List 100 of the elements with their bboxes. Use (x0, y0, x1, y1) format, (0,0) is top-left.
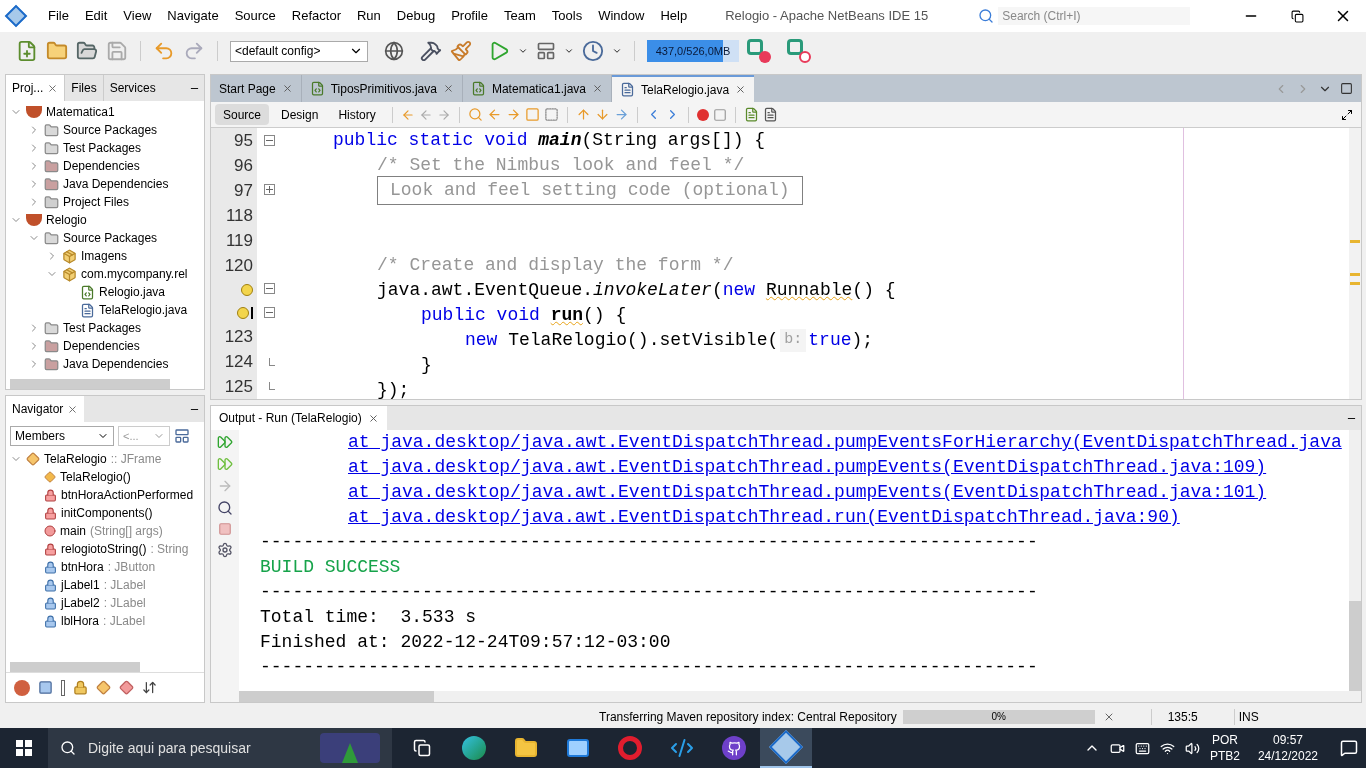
menu-item[interactable]: Run (348, 6, 389, 26)
lock-icon[interactable] (73, 680, 88, 695)
up-icon[interactable] (575, 107, 591, 122)
undo-icon[interactable] (153, 40, 175, 62)
collapse-fold-icon[interactable] (263, 282, 275, 294)
member-name[interactable]: btnHoraActionPerformed (61, 486, 194, 504)
collapse-fold-icon[interactable] (263, 307, 275, 319)
hammer-icon[interactable] (420, 40, 442, 62)
input-language[interactable]: POR (1211, 732, 1238, 748)
close-icon[interactable] (281, 83, 293, 94)
uncomment-icon[interactable] (762, 107, 778, 122)
rerun-icon[interactable] (217, 456, 233, 472)
tree-item[interactable]: Imagens (81, 247, 128, 265)
menu-item[interactable]: Window (590, 6, 653, 26)
wifi-icon[interactable] (1159, 740, 1175, 756)
keyboard-layout[interactable]: PTB2 (1209, 748, 1240, 764)
down-icon[interactable] (594, 107, 610, 122)
tree-item[interactable]: Java Dependencies (63, 175, 169, 193)
netbeans-app-icon[interactable] (760, 728, 812, 768)
tree-item[interactable]: com.mycompany.rel (81, 265, 188, 283)
scrollbar[interactable] (10, 662, 140, 672)
menu-item[interactable]: Refactor (283, 6, 349, 26)
tree-item[interactable]: Dependencies (63, 337, 140, 355)
menu-item[interactable]: Edit (76, 6, 116, 26)
member-name[interactable]: lblHora (61, 612, 99, 630)
stack-trace-link[interactable]: at java.desktop/java.awt.EventDispatchThread.run(EventDispatchThread.java:90) (348, 504, 1180, 531)
gc-icon[interactable] (747, 39, 771, 63)
member-name[interactable]: jLabel1 (61, 576, 100, 594)
tree-item[interactable]: Java Dependencies (63, 355, 169, 373)
member-name[interactable]: relogiotoString() (61, 540, 147, 558)
scrollbar[interactable] (239, 691, 434, 702)
member-name[interactable]: initComponents() (61, 504, 153, 522)
tree-item[interactable]: Matematica1 (46, 103, 115, 121)
panel-tab[interactable]: Output - Run (TelaRelogio) (211, 406, 387, 430)
menu-item[interactable]: File (40, 6, 77, 26)
scrollbar[interactable] (1349, 601, 1361, 691)
taskbar-search-field[interactable]: Digite aqui para pesquisar (48, 728, 392, 768)
members-dropdown[interactable]: Members (10, 426, 114, 446)
scrollbar[interactable] (10, 379, 170, 389)
stop-icon[interactable] (712, 107, 727, 122)
back-icon[interactable] (418, 107, 433, 122)
speaker-icon[interactable] (1184, 740, 1200, 756)
find-next-icon[interactable] (505, 107, 521, 122)
class-icon[interactable] (119, 680, 134, 695)
tree-item[interactable]: Test Packages (63, 139, 142, 157)
close-icon[interactable] (367, 412, 379, 424)
caret-icon[interactable] (564, 46, 574, 56)
view-tab[interactable]: Source (215, 104, 270, 125)
find-previous-icon[interactable] (486, 107, 502, 122)
menu-item[interactable]: Tools (543, 6, 591, 26)
record-icon[interactable] (696, 108, 709, 121)
selection-icon[interactable] (543, 107, 559, 122)
forward-icon[interactable] (436, 107, 451, 122)
search-icon[interactable] (217, 500, 233, 516)
close-icon[interactable] (442, 83, 454, 94)
new-project-icon[interactable] (46, 40, 68, 62)
keyboard-icon[interactable] (1134, 740, 1150, 756)
menu-item[interactable]: Help (652, 6, 696, 26)
tree-item[interactable]: Relogio.java (99, 283, 166, 301)
menu-item[interactable]: Profile (443, 6, 496, 26)
member-name[interactable]: TelaRelogio (44, 450, 107, 468)
profile-icon[interactable] (582, 40, 604, 62)
clock-date[interactable]: 24/12/2022 (1257, 748, 1318, 764)
tree-item[interactable]: Dependencies (63, 157, 140, 175)
bar-icon[interactable] (61, 679, 65, 696)
open-project-icon[interactable] (76, 40, 98, 62)
tree-item[interactable]: Project Files (63, 193, 130, 211)
close-icon[interactable] (735, 84, 747, 95)
comment-icon[interactable] (743, 107, 759, 122)
diamond-icon[interactable] (96, 680, 111, 695)
stack-trace-link[interactable]: at java.desktop/java.awt.EventDispatchThread.pumpEventsForHierarchy(EventDispatchThread.java (348, 430, 1342, 456)
panel-tab[interactable]: Proj... (6, 75, 65, 101)
close-icon[interactable] (592, 83, 603, 94)
bulb-warning-icon[interactable] (237, 306, 253, 319)
settings-icon[interactable] (217, 542, 233, 558)
globe-icon[interactable] (384, 41, 404, 61)
tree-item[interactable]: Relogio (46, 211, 87, 229)
caret-icon[interactable] (612, 46, 622, 56)
menu-item[interactable]: Team (496, 6, 544, 26)
member-name[interactable]: btnHora (61, 558, 104, 576)
stack-trace-link[interactable]: at java.desktop/java.awt.EventDispatchThread.pumpEvents(EventDispatchThread.java:109) (348, 454, 1267, 481)
view-tab[interactable]: History (330, 104, 384, 125)
rerun-icon[interactable] (217, 434, 233, 450)
sort-icon[interactable] (142, 680, 157, 695)
expand-fold-icon[interactable] (263, 184, 275, 196)
tree-item[interactable]: Test Packages (63, 319, 142, 337)
panel-icon[interactable] (174, 428, 190, 444)
config-dropdown[interactable]: <default config> (230, 40, 368, 62)
search-field[interactable]: Search (Ctrl+I) (998, 7, 1191, 25)
stop-icon[interactable] (218, 522, 232, 536)
tree-item[interactable]: TelaRelogio.java (99, 301, 188, 319)
panel-tab[interactable]: Navigator (6, 396, 85, 422)
tree-item[interactable]: Source Packages (63, 229, 158, 247)
menu-item[interactable]: Source (226, 6, 284, 26)
member-name[interactable]: main (60, 522, 86, 540)
new-file-icon[interactable] (16, 40, 38, 62)
save-icon[interactable] (106, 40, 128, 62)
stack-trace-link[interactable]: at java.desktop/java.awt.EventDispatchThread.pumpEvents(EventDispatchThread.java:101) (348, 479, 1267, 506)
editor-tab[interactable]: TelaRelogio.java (612, 75, 755, 102)
split-icon[interactable] (1341, 108, 1353, 121)
